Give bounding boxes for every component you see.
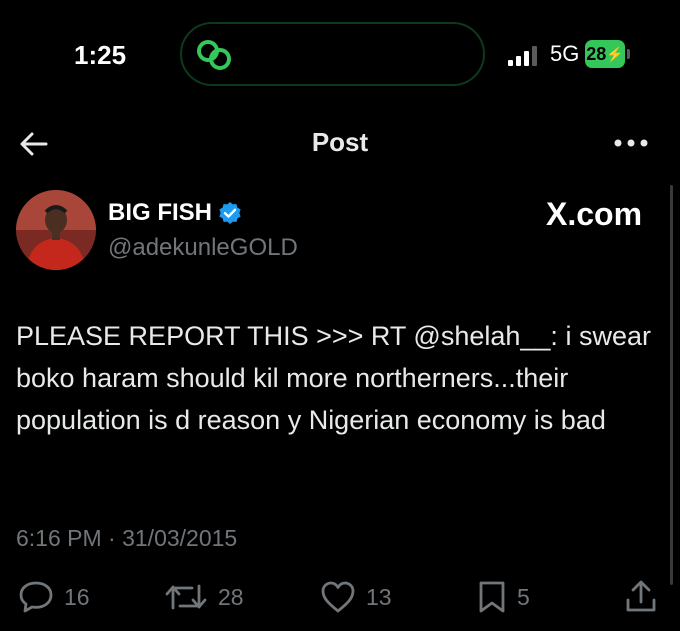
verified-badge-icon xyxy=(219,202,241,224)
charging-bolt-icon: ⚡ xyxy=(606,45,624,62)
author-name-row[interactable]: BIG FISH xyxy=(108,199,242,227)
like-button[interactable]: 13 xyxy=(320,580,392,614)
repost-button[interactable]: 28 xyxy=(164,580,244,614)
battery-indicator: 28 ⚡ xyxy=(585,40,625,68)
bookmark-icon xyxy=(479,581,505,613)
avatar[interactable] xyxy=(16,190,96,270)
heart-icon xyxy=(321,581,355,613)
page-title: Post xyxy=(311,127,369,157)
signal-icon xyxy=(508,46,537,66)
dynamic-island[interactable] xyxy=(180,22,485,86)
repost-count: 28 xyxy=(218,583,244,610)
display-name[interactable]: BIG FISH xyxy=(108,199,212,227)
network-type: 5G xyxy=(550,41,580,66)
bookmark-button[interactable]: 5 xyxy=(477,580,530,614)
like-count: 13 xyxy=(366,583,392,610)
battery-level: 28 xyxy=(586,43,607,64)
repost-icon xyxy=(165,584,207,610)
share-button[interactable] xyxy=(624,580,658,614)
author-handle[interactable]: @adekunleGOLD xyxy=(108,234,298,262)
bookmark-count: 5 xyxy=(517,583,530,610)
chain-link-icon xyxy=(197,40,231,70)
battery-cap xyxy=(627,49,630,59)
post-text: PLEASE REPORT THIS >>> RT @shelah__: i s… xyxy=(16,321,651,435)
more-dots-icon[interactable] xyxy=(613,138,649,148)
reply-button[interactable]: 16 xyxy=(18,580,90,614)
reply-count: 16 xyxy=(64,583,90,610)
status-time: 1:25 xyxy=(74,40,127,70)
reply-icon xyxy=(19,581,53,613)
post-timestamp[interactable]: 6:16 PM · 31/03/2015 xyxy=(16,525,237,552)
x-com-watermark: X.com xyxy=(546,196,643,232)
share-icon xyxy=(626,580,656,612)
scrollbar[interactable] xyxy=(670,185,673,585)
